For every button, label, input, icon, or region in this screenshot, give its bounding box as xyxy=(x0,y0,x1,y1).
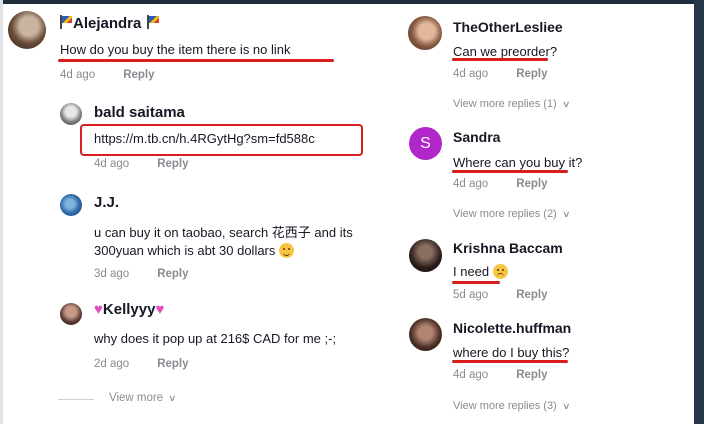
red-underline-annotation xyxy=(452,58,548,61)
reply-button[interactable]: Reply xyxy=(516,178,547,190)
comment-author[interactable]: ♥Kellyyy♥ xyxy=(94,301,164,318)
view-more-label: View more replies (2) xyxy=(453,208,557,220)
reply-button[interactable]: Reply xyxy=(516,68,547,80)
avatar[interactable] xyxy=(60,303,82,325)
view-more-label: View more replies (1) xyxy=(453,98,557,110)
comment-timestamp: 4d ago xyxy=(94,158,130,170)
comment-timestamp: 4d ago xyxy=(453,178,489,190)
avatar[interactable]: S xyxy=(409,127,442,160)
avatar[interactable] xyxy=(408,16,442,50)
window-frame-right xyxy=(694,0,704,424)
comment-meta: 4d ago Reply xyxy=(453,178,548,190)
comment-timestamp: 5d ago xyxy=(453,289,489,301)
chevron-down-icon: ∨ xyxy=(168,393,177,403)
comment-timestamp: 2d ago xyxy=(94,358,130,370)
comment-text: Can we preorder? xyxy=(453,44,558,59)
comment-timestamp: 4d ago xyxy=(453,369,489,381)
reply-button[interactable]: Reply xyxy=(516,369,547,381)
avatar[interactable] xyxy=(409,239,442,272)
comment-meta: 4d ago Reply xyxy=(453,68,548,80)
view-more-button[interactable]: View more ∨ xyxy=(109,392,177,404)
comment-author[interactable]: TheOtherLesliee xyxy=(453,19,563,35)
divider xyxy=(58,399,94,400)
window-frame-top xyxy=(0,0,704,4)
author-name: Kellyyy xyxy=(102,301,156,318)
avatar[interactable] xyxy=(60,194,82,216)
view-more-replies-button[interactable]: View more replies (1) ∨ xyxy=(453,98,571,110)
red-underline-annotation xyxy=(452,281,500,284)
comment-text: I need xyxy=(453,264,508,279)
reply-button[interactable]: Reply xyxy=(157,158,188,170)
smile-emoji-icon xyxy=(279,243,295,258)
view-more-label: View more replies (3) xyxy=(453,400,557,412)
comment-text: why does it pop up at 216$ CAD for me ;-… xyxy=(94,331,337,346)
comment-timestamp: 4d ago xyxy=(453,68,489,80)
red-underline-annotation xyxy=(452,360,568,363)
comment-text: where do I buy this? xyxy=(453,345,570,360)
comment-meta: 2d ago Reply xyxy=(94,358,189,370)
comment-author[interactable]: Krishna Baccam xyxy=(453,240,563,256)
view-more-replies-button[interactable]: View more replies (3) ∨ xyxy=(453,400,571,412)
reply-button[interactable]: Reply xyxy=(516,289,547,301)
comment-text-content: 300yuan which is abt 30 dollars xyxy=(94,243,276,258)
link-text[interactable]: https://m.tb.cn/h.4RGytHg?sm=fd588c xyxy=(94,131,315,146)
flag-emoji-icon xyxy=(59,15,73,29)
chevron-down-icon: ∨ xyxy=(561,99,571,109)
view-more-label: View more xyxy=(109,392,164,404)
avatar[interactable] xyxy=(409,318,442,351)
comment-text-line: 300yuan which is abt 30 dollars xyxy=(94,243,295,258)
comment-author[interactable]: Sandra xyxy=(453,129,500,145)
chevron-down-icon: ∨ xyxy=(561,401,571,411)
comment-meta: 3d ago Reply xyxy=(94,268,189,280)
comment-author[interactable]: J.J. xyxy=(94,194,119,211)
comment-text-line: u can buy it on taobao, search 花西子 and i… xyxy=(94,225,353,240)
heart-emoji-icon: ♥ xyxy=(94,301,103,318)
avatar-initial: S xyxy=(420,135,431,152)
window-frame-left xyxy=(0,0,3,424)
red-underline-annotation xyxy=(452,170,568,173)
chevron-down-icon: ∨ xyxy=(561,209,571,219)
comment-timestamp: 4d ago xyxy=(60,69,96,81)
view-more-replies-button[interactable]: View more replies (2) ∨ xyxy=(453,208,571,220)
comment-timestamp: 3d ago xyxy=(94,268,130,280)
reply-button[interactable]: Reply xyxy=(123,69,154,81)
comment-author[interactable]: Alejandra xyxy=(59,15,160,32)
comment-meta: 5d ago Reply xyxy=(453,289,548,301)
comment-text: Where can you buy it? xyxy=(453,155,583,170)
red-underline-annotation xyxy=(58,59,334,62)
author-name: Alejandra xyxy=(73,15,142,32)
reply-button[interactable]: Reply xyxy=(157,358,188,370)
comment-text: How do you buy the item there is no link xyxy=(60,42,291,57)
comment-meta: 4d ago Reply xyxy=(94,158,189,170)
weary-emoji-icon xyxy=(492,264,508,279)
flag-emoji-icon xyxy=(146,15,160,29)
comment-text-content: I need xyxy=(453,264,490,279)
heart-emoji-icon: ♥ xyxy=(155,301,165,318)
comment-meta: 4d ago Reply xyxy=(60,69,155,81)
comment-meta: 4d ago Reply xyxy=(453,369,548,381)
avatar[interactable] xyxy=(8,11,46,49)
reply-button[interactable]: Reply xyxy=(157,268,188,280)
comment-author[interactable]: Nicolette.huffman xyxy=(453,320,571,336)
avatar[interactable] xyxy=(60,103,82,125)
comment-author[interactable]: bald saitama xyxy=(94,104,185,121)
